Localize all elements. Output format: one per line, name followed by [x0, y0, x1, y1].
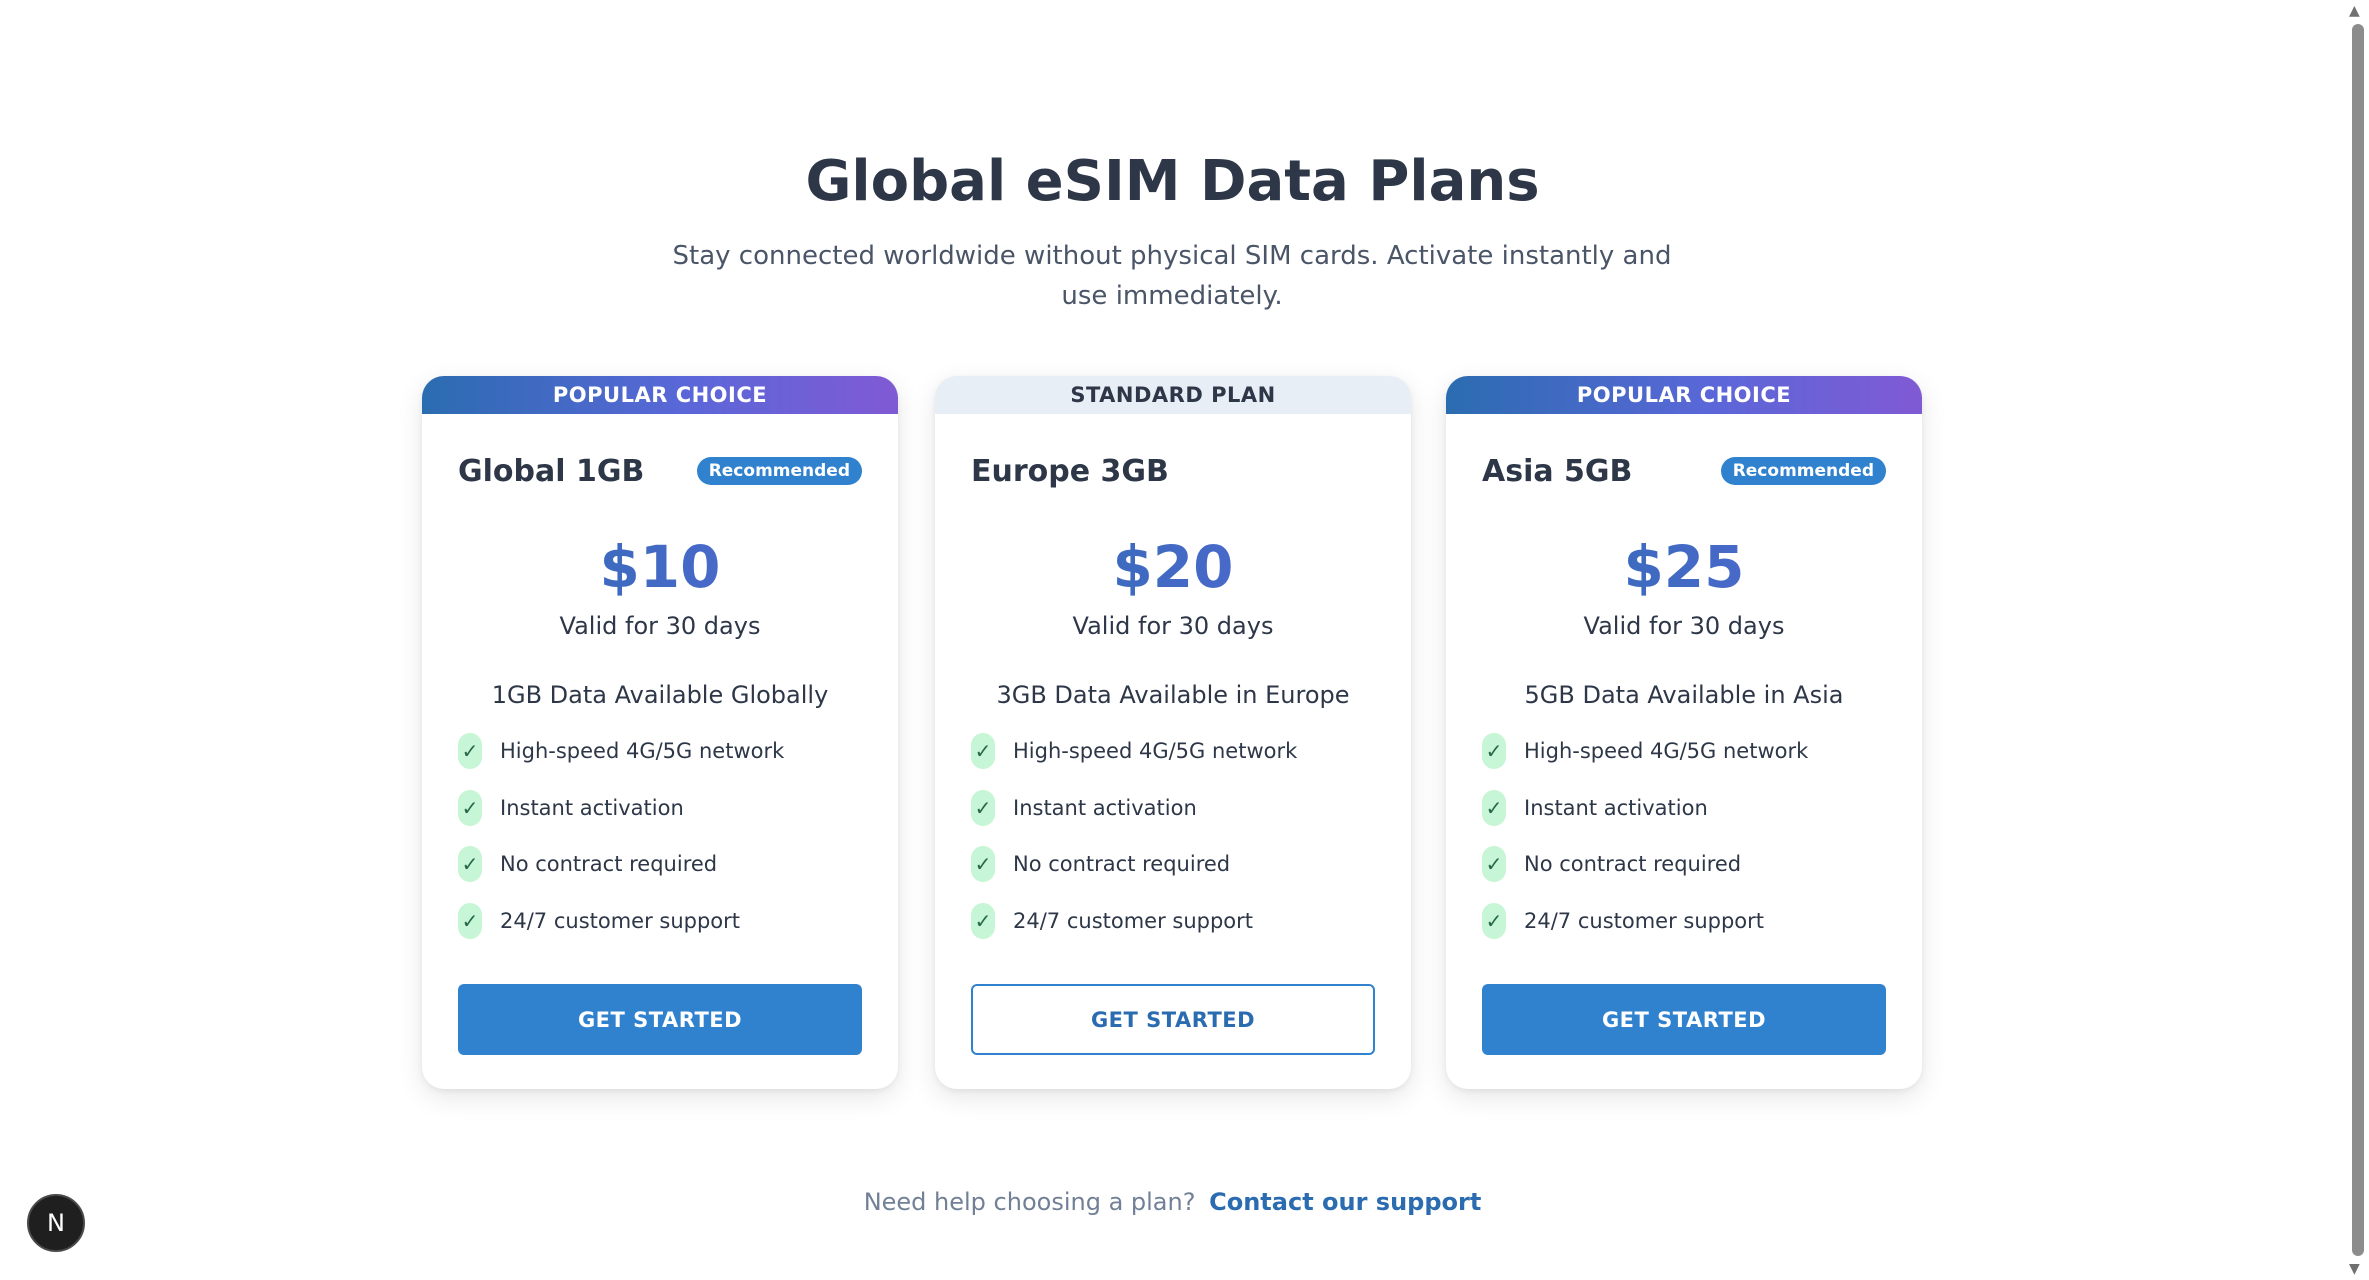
- plan-card-europe-3gb: STANDARD PLAN Europe 3GB $20 Valid for 3…: [935, 376, 1411, 1089]
- feature-label: No contract required: [1524, 852, 1742, 877]
- check-icon: ✓: [971, 902, 995, 939]
- plan-name: Europe 3GB: [971, 454, 1169, 489]
- scroll-down-arrow-icon[interactable]: ▼: [2349, 1262, 2360, 1276]
- get-started-button[interactable]: GET STARTED: [1482, 984, 1886, 1055]
- feature-label: Instant activation: [1524, 795, 1708, 820]
- page-title: Global eSIM Data Plans: [805, 149, 1540, 214]
- recommended-badge: Recommended: [1720, 457, 1886, 485]
- feature-list: ✓ High-speed 4G/5G network ✓ Instant activ…: [458, 733, 784, 950]
- feature-item: ✓ High-speed 4G/5G network: [1482, 723, 1808, 780]
- next-dev-indicator-button[interactable]: N: [27, 1194, 85, 1252]
- check-icon: ✓: [971, 789, 995, 826]
- get-started-button[interactable]: GET STARTED: [971, 984, 1375, 1055]
- plan-banner: STANDARD PLAN: [935, 376, 1411, 414]
- plan-header: Global 1GB Recommended: [422, 414, 898, 494]
- feature-label: Instant activation: [500, 795, 684, 820]
- plan-validity: Valid for 30 days: [559, 612, 761, 640]
- check-icon: ✓: [458, 846, 482, 883]
- feature-label: 24/7 customer support: [500, 908, 741, 933]
- feature-item: ✓ Instant activation: [971, 780, 1297, 837]
- check-icon: ✓: [458, 733, 482, 770]
- plan-price: $10: [422, 530, 898, 604]
- check-icon: ✓: [458, 902, 482, 939]
- feature-item: ✓ No contract required: [1482, 836, 1808, 893]
- feature-item: ✓ No contract required: [458, 836, 784, 893]
- check-icon: ✓: [458, 789, 482, 826]
- plan-validity: Valid for 30 days: [1072, 612, 1274, 640]
- plan-banner: POPULAR CHOICE: [1446, 376, 1922, 414]
- feature-label: High-speed 4G/5G network: [1013, 739, 1298, 764]
- plan-price: $20: [935, 530, 1411, 604]
- feature-list: ✓ High-speed 4G/5G network ✓ Instant activ…: [1482, 733, 1808, 950]
- plan-card-global-1gb: POPULAR CHOICE Global 1GB Recommended $1…: [422, 376, 898, 1089]
- plan-data-description: 5GB Data Available in Asia: [1524, 681, 1844, 709]
- feature-label: High-speed 4G/5G network: [1524, 739, 1809, 764]
- vertical-scrollbar[interactable]: ▲ ▼: [2345, 0, 2369, 1280]
- scroll-up-arrow-icon[interactable]: ▲: [2349, 4, 2360, 18]
- check-icon: ✓: [1482, 733, 1506, 770]
- page-subtitle: Stay connected worldwide without physica…: [672, 241, 1672, 311]
- scrollbar-thumb[interactable]: [2352, 24, 2364, 1256]
- contact-support-link[interactable]: Contact our support: [1209, 1188, 1481, 1216]
- plan-data-description: 3GB Data Available in Europe: [996, 681, 1350, 709]
- feature-item: ✓ Instant activation: [458, 780, 784, 837]
- feature-item: ✓ High-speed 4G/5G network: [971, 723, 1297, 780]
- plan-name: Asia 5GB: [1482, 454, 1633, 489]
- feature-list: ✓ High-speed 4G/5G network ✓ Instant activ…: [971, 733, 1297, 950]
- check-icon: ✓: [1482, 789, 1506, 826]
- plan-card-asia-5gb: POPULAR CHOICE Asia 5GB Recommended $25 …: [1446, 376, 1922, 1089]
- check-icon: ✓: [1482, 902, 1506, 939]
- feature-label: 24/7 customer support: [1013, 908, 1254, 933]
- feature-item: ✓ 24/7 customer support: [971, 893, 1297, 950]
- feature-item: ✓ High-speed 4G/5G network: [458, 723, 784, 780]
- plan-name: Global 1GB: [458, 454, 645, 489]
- plan-header: Asia 5GB Recommended: [1446, 414, 1922, 494]
- plan-header: Europe 3GB: [935, 414, 1411, 494]
- help-text: Need help choosing a plan?: [863, 1188, 1196, 1216]
- plan-price: $25: [1446, 530, 1922, 604]
- recommended-badge: Recommended: [696, 457, 862, 485]
- check-icon: ✓: [971, 733, 995, 770]
- plan-data-description: 1GB Data Available Globally: [491, 681, 829, 709]
- feature-item: ✓ No contract required: [971, 836, 1297, 893]
- feature-label: No contract required: [1013, 852, 1231, 877]
- feature-label: No contract required: [500, 852, 718, 877]
- help-footer: Need help choosing a plan? Contact our s…: [0, 1188, 2345, 1216]
- check-icon: ✓: [1482, 846, 1506, 883]
- feature-item: ✓ 24/7 customer support: [1482, 893, 1808, 950]
- plan-banner: POPULAR CHOICE: [422, 376, 898, 414]
- feature-item: ✓ Instant activation: [1482, 780, 1808, 837]
- feature-item: ✓ 24/7 customer support: [458, 893, 784, 950]
- feature-label: High-speed 4G/5G network: [500, 739, 785, 764]
- feature-label: 24/7 customer support: [1524, 908, 1765, 933]
- get-started-button[interactable]: GET STARTED: [458, 984, 862, 1055]
- check-icon: ✓: [971, 846, 995, 883]
- plan-validity: Valid for 30 days: [1583, 612, 1785, 640]
- feature-label: Instant activation: [1013, 795, 1197, 820]
- page: Global eSIM Data Plans Stay connected wo…: [0, 0, 2369, 1280]
